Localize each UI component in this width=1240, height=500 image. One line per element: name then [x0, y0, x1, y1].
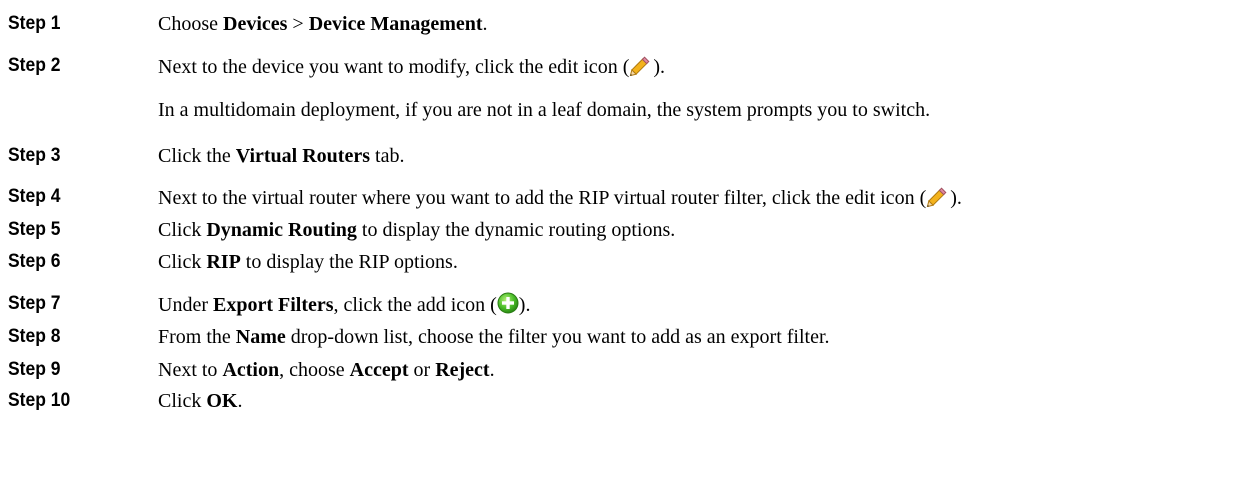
step-text-part: Choose [158, 13, 223, 35]
step-text: Click the Virtual Routers tab. [158, 144, 404, 168]
step-text: Under Export Filters, click the add icon… [158, 292, 530, 320]
step-text-part: > [287, 13, 309, 35]
step-text-part: to display the RIP options. [240, 251, 458, 273]
ui-term-export-filters: Export Filters [212, 294, 334, 316]
step-text: Choose Devices > Device Management. [158, 12, 488, 36]
step-text-part: ). [653, 56, 666, 78]
step-text-part: . [482, 13, 488, 35]
step-text: Next to Action, choose Accept or Reject. [158, 358, 495, 382]
ui-term-devices: Devices [223, 13, 288, 35]
step-text-part: . [237, 390, 243, 412]
step-text-part: Click [158, 219, 207, 241]
ui-term-rip: RIP [206, 251, 241, 273]
step-text-part: Click the [158, 145, 236, 167]
step-label: Step 5 [8, 219, 61, 240]
step-text: Next to the virtual router where you wan… [158, 185, 962, 213]
ui-term-accept: Accept [349, 359, 409, 381]
step-label: Step 3 [8, 145, 61, 166]
step-label: Step 8 [8, 326, 61, 347]
step-label: Step 10 [8, 390, 71, 411]
step-label: Step 4 [8, 186, 61, 207]
step-text-part: tab. [370, 145, 405, 167]
step-text: Click OK. [158, 389, 242, 413]
step-text: Next to the device you want to modify, c… [158, 54, 665, 82]
pencil-edit-icon [629, 54, 653, 82]
ui-term-device-management: Device Management [308, 13, 483, 35]
step-text-part: Next to the device you want to modify, c… [158, 56, 630, 78]
step-text-part: drop-down list, choose the filter you wa… [285, 326, 830, 348]
step-text-part: Click [158, 390, 207, 412]
ui-term-ok: OK [206, 390, 238, 412]
step-text-part: Next to the virtual router where you wan… [158, 187, 927, 209]
step-text: Click Dynamic Routing to display the dyn… [158, 218, 675, 242]
ui-term-name: Name [235, 326, 286, 348]
step-note: In a multidomain deployment, if you are … [158, 99, 931, 121]
step-label: Step 9 [8, 359, 61, 380]
ui-term-virtual-routers: Virtual Routers [235, 145, 371, 167]
step-text-part: ). [518, 294, 531, 316]
step-text-part: , choose [279, 359, 350, 381]
step-text-part: Under [158, 294, 213, 316]
step-text: Click RIP to display the RIP options. [158, 250, 458, 274]
step-text-part: . [489, 359, 495, 381]
step-text-part: Next to [158, 359, 223, 381]
step-text-part: From the [158, 326, 236, 348]
step-text-part: Click [158, 251, 207, 273]
step-label: Step 6 [8, 251, 61, 272]
step-text-part: to display the dynamic routing options. [356, 219, 676, 241]
step-label: Step 7 [8, 293, 61, 314]
step-text-part: ). [950, 187, 962, 209]
ui-term-reject: Reject [435, 359, 490, 381]
step-text-part: , click the add icon ( [333, 294, 497, 316]
step-text: From the Name drop-down list, choose the… [158, 325, 830, 349]
step-label: Step 2 [8, 55, 61, 76]
step-text-part: or [408, 359, 436, 381]
ui-term-dynamic-routing: Dynamic Routing [206, 219, 357, 241]
add-icon [497, 292, 519, 320]
pencil-edit-icon [926, 185, 950, 213]
step-label: Step 1 [8, 13, 61, 34]
ui-term-action: Action [222, 359, 280, 381]
